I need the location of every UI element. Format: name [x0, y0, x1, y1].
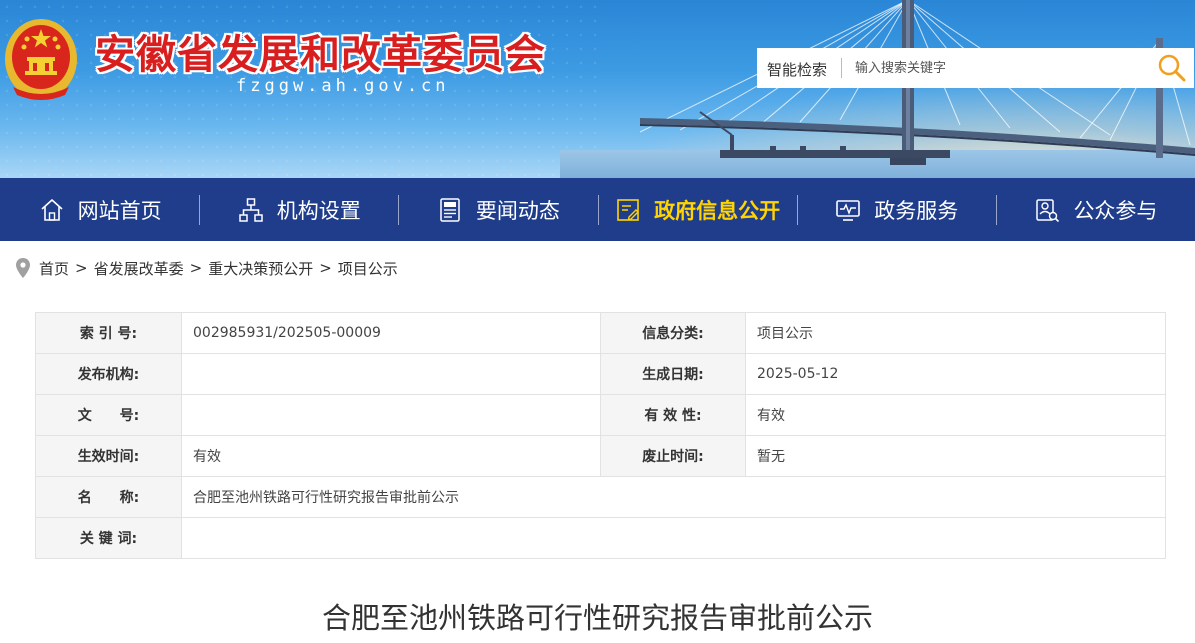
search-divider [841, 58, 842, 78]
document-number-label: 文 号: [35, 394, 182, 436]
document-name-value: 合肥至池州铁路可行性研究报告审批前公示 [181, 476, 1166, 518]
created-date-label: 生成日期: [600, 353, 746, 395]
table-row: 索 引 号: 002985931/202505-00009 信息分类: 项目公示 [35, 312, 1166, 354]
nav-item-news[interactable]: 要闻动态 [398, 178, 597, 241]
index-number-label: 索 引 号: [35, 312, 182, 354]
nav-label-organization: 机构设置 [276, 198, 361, 223]
article-title: 合肥至池州铁路可行性研究报告审批前公示 [321, 601, 873, 635]
nav-label-gov-service: 政务服务 [874, 198, 959, 223]
nav-item-gov-info[interactable]: 政府信息公开 [597, 178, 797, 241]
keywords-label: 关 键 词: [35, 517, 182, 559]
breadcrumb-home[interactable]: 首页 [39, 258, 69, 279]
effective-time-label: 生效时间: [35, 435, 182, 477]
nav-item-organization[interactable]: 机构设置 [199, 178, 398, 241]
nav-item-home[interactable]: 网站首页 [0, 178, 199, 241]
person-search-icon [1036, 198, 1060, 222]
nav-item-public-participation[interactable]: 公众参与 [995, 178, 1195, 241]
table-row: 生效时间: 有效 废止时间: 暂无 [35, 435, 1166, 477]
breadcrumb-separator: > [319, 259, 332, 277]
expiry-time-label: 废止时间: [600, 435, 746, 477]
created-date-value: 2025-05-12 [745, 353, 1166, 395]
breadcrumb: 首页 > 省发展改革委 > 重大决策预公开 > 项目公示 [16, 256, 398, 280]
header-banner: 安徽省发展和改革委员会 fzggw.ah.gov.cn 智能检索 [0, 0, 1195, 178]
index-number-value: 002985931/202505-00009 [181, 312, 601, 354]
search-box: 智能检索 [757, 48, 1194, 88]
breadcrumb-major-decisions[interactable]: 重大决策预公开 [208, 258, 313, 279]
search-icon[interactable] [1155, 52, 1189, 84]
table-row: 关 键 词: [35, 517, 1166, 559]
nav-item-gov-service[interactable]: 政务服务 [796, 178, 996, 241]
search-input[interactable] [855, 57, 1145, 79]
location-pin-icon [16, 258, 30, 278]
category-value: 项目公示 [745, 312, 1166, 354]
home-icon [41, 198, 63, 221]
org-chart-icon [239, 197, 263, 222]
effective-time-value: 有效 [181, 435, 601, 477]
document-info-table: 索 引 号: 002985931/202505-00009 信息分类: 项目公示… [35, 312, 1166, 559]
breadcrumb-commission[interactable]: 省发展改革委 [94, 258, 184, 279]
breadcrumb-separator: > [75, 259, 88, 277]
bridge-illustration [640, 0, 1195, 165]
table-row: 名 称: 合肥至池州铁路可行性研究报告审批前公示 [35, 476, 1166, 518]
main-nav: 网站首页 机构设置 要闻动态 政府信息公开 政务服务 公众参与 [0, 178, 1195, 241]
site-domain: fzggw.ah.gov.cn [236, 76, 450, 96]
validity-label: 有 效 性: [600, 394, 746, 436]
document-icon [617, 198, 640, 221]
site-title[interactable]: 安徽省发展和改革委员会 [95, 22, 546, 80]
category-label: 信息分类: [600, 312, 746, 354]
validity-value: 有效 [745, 394, 1166, 436]
table-row: 文 号: 有 效 性: 有效 [35, 394, 1166, 436]
nav-label-news: 要闻动态 [475, 198, 560, 223]
breadcrumb-separator: > [189, 259, 203, 277]
publisher-value [181, 353, 601, 395]
document-number-value [181, 394, 601, 436]
news-icon [440, 197, 460, 222]
table-row: 发布机构: 生成日期: 2025-05-12 [35, 353, 1166, 395]
publisher-label: 发布机构: [35, 353, 182, 395]
breadcrumb-current[interactable]: 项目公示 [338, 258, 398, 279]
document-name-label: 名 称: [35, 476, 182, 518]
monitor-icon [836, 199, 861, 221]
expiry-time-value: 暂无 [745, 435, 1166, 477]
keywords-value [181, 517, 1166, 559]
national-emblem-icon [5, 19, 77, 100]
nav-label-home: 网站首页 [77, 198, 162, 223]
smart-search-label[interactable]: 智能检索 [767, 59, 827, 80]
nav-label-gov-info: 政府信息公开 [654, 198, 781, 223]
nav-label-public-participation: 公众参与 [1073, 198, 1158, 223]
